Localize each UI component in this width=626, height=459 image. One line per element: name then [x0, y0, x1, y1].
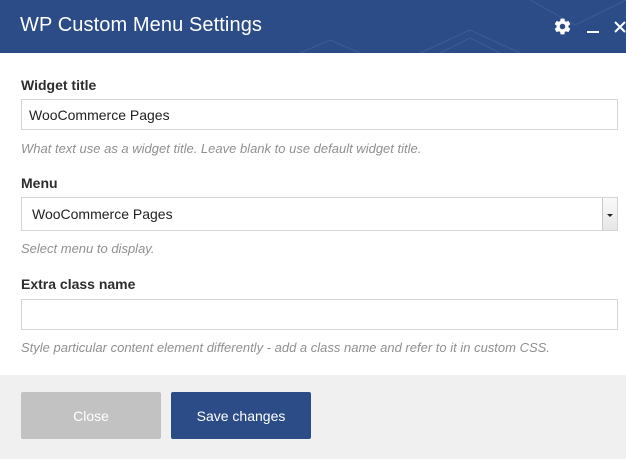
save-changes-button[interactable]: Save changes	[171, 392, 311, 439]
close-button[interactable]: Close	[21, 392, 161, 439]
minimize-icon[interactable]	[582, 0, 604, 53]
menu-select[interactable]: WooCommerce Pages	[21, 197, 618, 231]
extra-class-label: Extra class name	[21, 276, 136, 292]
close-icon[interactable]	[610, 0, 626, 53]
menu-label: Menu	[21, 175, 58, 191]
widget-title-label: Widget title	[21, 77, 97, 93]
dialog-body: Widget title What text use as a widget t…	[0, 53, 626, 375]
extra-class-input[interactable]	[21, 299, 618, 330]
dialog-footer: Close Save changes	[0, 375, 626, 459]
settings-dialog: WP Custom Menu Settings Widget title Wha…	[0, 0, 626, 459]
dialog-title: WP Custom Menu Settings	[20, 14, 263, 36]
extra-class-help: Style particular content element differe…	[21, 340, 550, 355]
menu-select-value: WooCommerce Pages	[32, 206, 173, 222]
widget-title-input[interactable]	[21, 99, 618, 130]
widget-title-help: What text use as a widget title. Leave b…	[21, 141, 422, 156]
menu-help: Select menu to display.	[21, 241, 155, 256]
chevron-down-icon[interactable]	[602, 198, 617, 230]
gear-icon[interactable]	[550, 0, 574, 53]
dialog-header: WP Custom Menu Settings	[0, 0, 626, 53]
